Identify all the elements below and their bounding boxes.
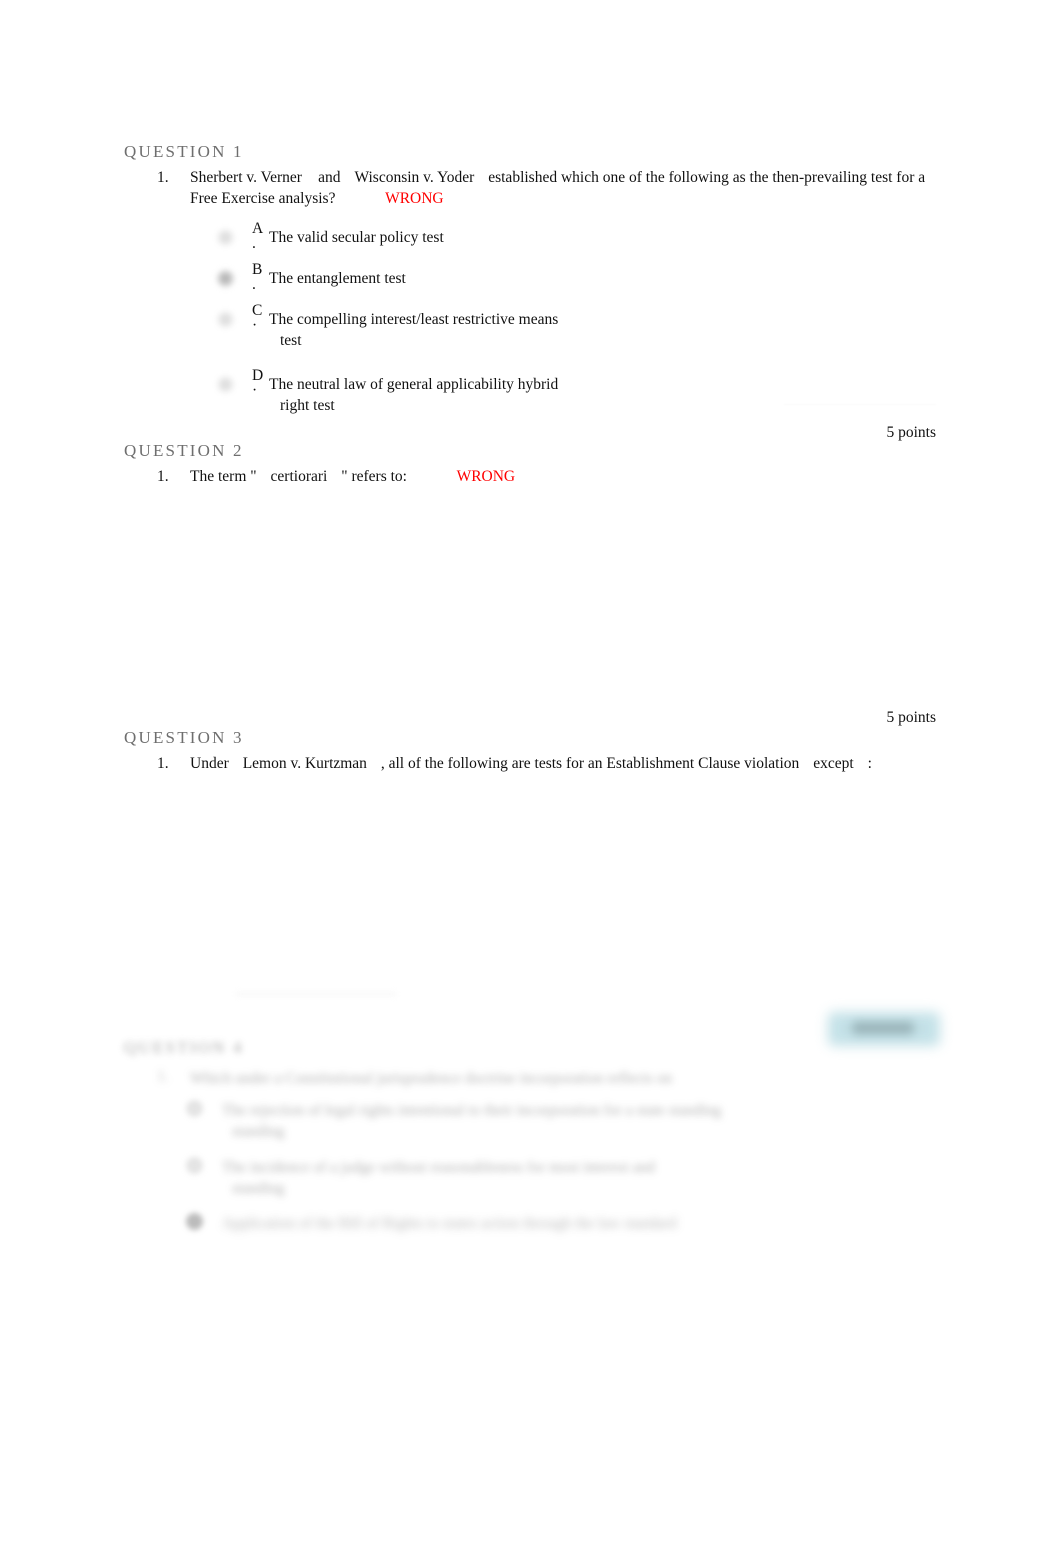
question-4-option-2-line-1: The incidence of a judge without reasona… (222, 1159, 656, 1176)
quiz-review-page: QUESTION 1 1. Sherbert v. Verner and Wisco… (0, 0, 1062, 1561)
question-4-option-1-label: The rejection of legal rights intentiona… (222, 1100, 822, 1142)
question-4-option-1-line-2: standing (232, 1123, 285, 1140)
question-4-option-2-label: The incidence of a judge without reasona… (222, 1157, 822, 1199)
question-4-option-2-line-2: standing (232, 1180, 285, 1197)
continue-button-label (852, 1022, 914, 1034)
radio-button-icon[interactable] (186, 1100, 203, 1117)
question-4-option-1-line-1: The rejection of legal rights intentiona… (222, 1102, 722, 1119)
radio-button-icon[interactable] (186, 1157, 203, 1174)
blurred-bottom-section: QUESTION 4 1. Which under a Constitution… (0, 0, 1062, 1561)
radio-button-icon[interactable] (186, 1213, 203, 1230)
question-4-number: 1. (157, 1068, 169, 1085)
question-4-prompt: Which under a Constitutional jurispruden… (190, 1070, 673, 1087)
question-3-separator (236, 993, 396, 995)
question-4-heading: QUESTION 4 (124, 1038, 244, 1057)
question-4-option-3-label: Application of the Bill of Rights to sta… (222, 1215, 677, 1232)
